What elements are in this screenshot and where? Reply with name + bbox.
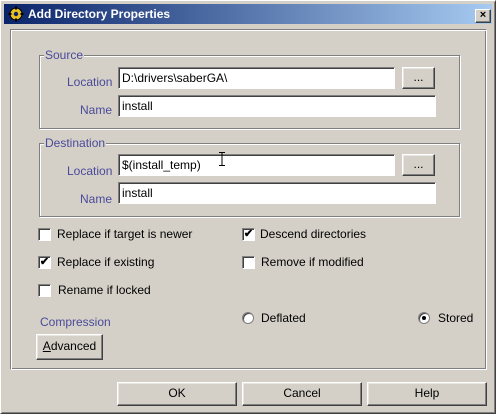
cancel-button[interactable]: Cancel [242, 382, 362, 406]
compression-label: Compression [40, 315, 111, 329]
source-name-input[interactable]: install [118, 95, 436, 117]
close-icon: × [479, 9, 487, 21]
remove-if-modified-label: Remove if modified [261, 255, 364, 269]
rename-if-locked-label: Rename if locked [58, 283, 151, 297]
title-bar[interactable]: Add Directory Properties × [4, 4, 492, 24]
destination-location-input[interactable]: $(install_temp) [118, 154, 395, 176]
destination-legend: Destination [44, 136, 107, 150]
destination-name-label: Name [80, 192, 113, 206]
destination-browse-button[interactable]: ... [402, 154, 435, 176]
checkmark-icon: ✔ [243, 228, 254, 240]
replace-if-newer-label: Replace if target is newer [57, 227, 193, 241]
remove-if-modified-checkbox[interactable] [242, 256, 255, 269]
destination-location-label: Location [67, 164, 113, 178]
deflated-radio[interactable] [242, 312, 254, 324]
source-legend: Source [44, 48, 85, 62]
rename-if-locked-checkbox[interactable] [38, 284, 51, 297]
advanced-button[interactable]: Advanced [36, 334, 103, 360]
text-cursor-icon [219, 152, 225, 166]
dialog-window: Add Directory Properties × Source Locati… [0, 0, 496, 414]
advanced-mnemonic: A [42, 339, 51, 353]
content-panel: Source Location D:\drivers\saberGA\ ... … [10, 29, 487, 370]
source-browse-button[interactable]: ... [402, 67, 435, 89]
help-button[interactable]: Help [367, 382, 487, 406]
source-location-label: Location [67, 75, 113, 89]
replace-if-existing-label: Replace if existing [57, 255, 155, 269]
checkmark-icon: ✔ [39, 256, 50, 268]
ok-button[interactable]: OK [117, 382, 237, 406]
close-button[interactable]: × [475, 9, 491, 23]
destination-name-input[interactable]: install [118, 182, 436, 204]
stored-label: Stored [438, 311, 474, 325]
source-location-input[interactable]: D:\drivers\saberGA\ [118, 67, 395, 89]
deflated-label: Deflated [261, 311, 306, 325]
descend-directories-checkbox[interactable]: ✔ [242, 228, 255, 241]
advanced-label: dvanced [50, 339, 97, 353]
descend-directories-label: Descend directories [260, 227, 367, 241]
app-gear-icon [8, 6, 24, 22]
replace-if-newer-checkbox[interactable] [38, 228, 51, 241]
replace-if-existing-checkbox[interactable]: ✔ [38, 256, 51, 269]
radio-selected-dot [422, 316, 426, 320]
window-title: Add Directory Properties [28, 7, 171, 21]
stored-radio[interactable] [418, 312, 430, 324]
source-name-label: Name [80, 103, 113, 117]
